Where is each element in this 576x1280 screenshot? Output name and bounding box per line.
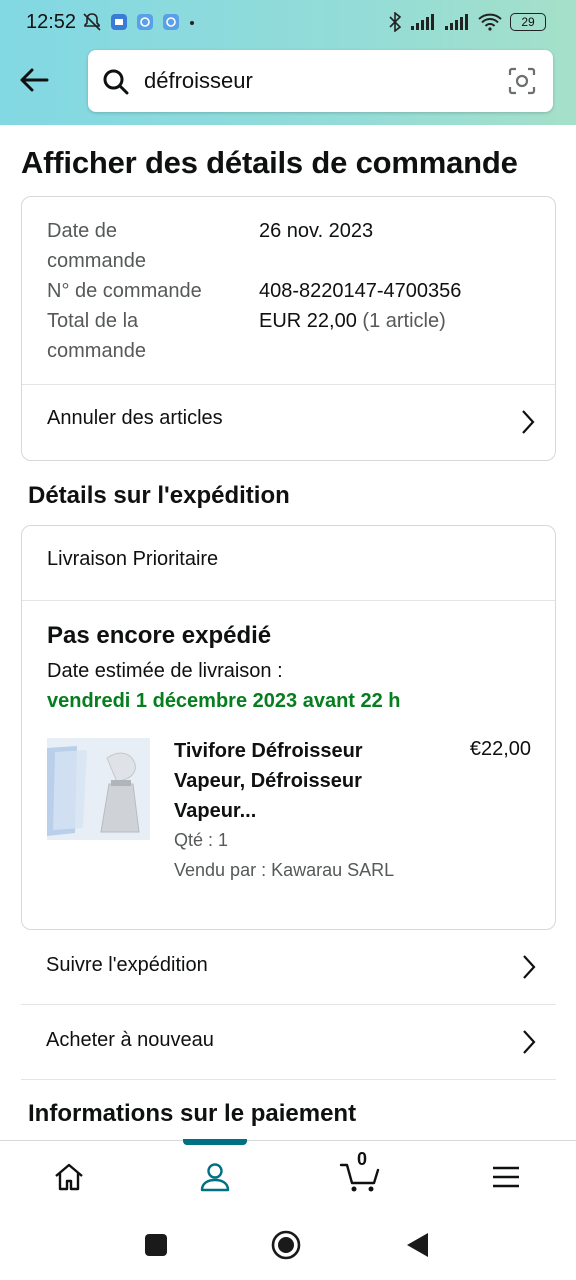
status-time: 12:52 xyxy=(26,11,77,33)
nav-cart[interactable]: 0 xyxy=(338,1149,382,1195)
dot-icon xyxy=(190,21,194,25)
chevron-right-icon xyxy=(523,1030,536,1054)
product-title-link[interactable]: Tivifore Défroisseur Vapeur, Défroisseur… xyxy=(174,736,394,826)
search-query: défroisseur xyxy=(144,68,253,93)
shipping-section-title: Détails sur l'expédition xyxy=(28,482,290,509)
recents-button[interactable] xyxy=(145,1234,167,1256)
back-button[interactable] xyxy=(14,62,54,98)
order-total-amount: EUR 22,00 xyxy=(259,310,357,332)
order-total-value: EUR 22,00 (1 article) xyxy=(259,306,446,336)
garment-steamer-image xyxy=(47,738,150,840)
order-date-label: Date de xyxy=(47,220,118,242)
order-date-label-cont: commande xyxy=(47,250,146,272)
camera-search-icon[interactable] xyxy=(507,66,537,96)
search-row: défroisseur xyxy=(0,46,576,116)
nav-home[interactable] xyxy=(49,1159,89,1195)
order-item-count: (1 article) xyxy=(362,310,446,332)
divider xyxy=(22,600,555,601)
search-input[interactable]: défroisseur xyxy=(88,50,553,112)
app-notification-icon xyxy=(137,14,153,30)
signal-icon xyxy=(411,14,434,30)
active-tab-indicator xyxy=(183,1139,247,1145)
arrow-left-icon xyxy=(20,68,49,92)
bottom-navigation: 0 xyxy=(0,1139,576,1212)
battery-icon: 29 xyxy=(510,13,546,31)
track-shipment-link[interactable]: Suivre l'expédition xyxy=(21,930,556,1005)
nav-account[interactable] xyxy=(195,1159,235,1195)
cancel-items-link[interactable]: Annuler des articles xyxy=(22,385,555,461)
track-shipment-label: Suivre l'expédition xyxy=(46,954,208,976)
order-number-label: N° de commande xyxy=(47,280,202,302)
home-icon xyxy=(55,1163,83,1191)
order-summary-card: Date de commande 26 nov. 2023 N° de comm… xyxy=(21,196,556,461)
chevron-right-icon xyxy=(522,410,535,434)
delivery-estimate-label: Date estimée de livraison : xyxy=(47,660,283,682)
nav-menu[interactable] xyxy=(486,1159,526,1195)
product-price: €22,00 xyxy=(469,738,531,760)
order-total-label: Total de la xyxy=(47,310,139,332)
delivery-estimate-date: vendredi 1 décembre 2023 avant 22 h xyxy=(47,690,401,712)
home-button[interactable] xyxy=(270,1229,302,1261)
shipping-method: Livraison Prioritaire xyxy=(47,548,219,570)
app-header: 12:52 29 défroisseur xyxy=(0,0,576,125)
product-quantity: Qté : 1 xyxy=(174,830,229,850)
hamburger-menu-icon xyxy=(493,1166,519,1188)
chevron-right-icon xyxy=(523,955,536,979)
page-title: Afficher des détails de commande xyxy=(21,145,518,180)
order-date-value: 26 nov. 2023 xyxy=(259,220,374,242)
bell-off-icon xyxy=(83,13,101,31)
cancel-items-label: Annuler des articles xyxy=(47,407,223,429)
back-triangle-button[interactable] xyxy=(404,1231,430,1259)
wifi-icon xyxy=(478,13,502,31)
system-navigation-bar xyxy=(0,1212,576,1280)
shipment-status: Pas encore expédié xyxy=(47,622,272,649)
search-icon xyxy=(103,69,129,95)
buy-again-link[interactable]: Acheter à nouveau xyxy=(21,1005,556,1080)
signal-icon xyxy=(445,14,468,30)
system-status-icons: 29 xyxy=(388,12,546,32)
order-total-label-cont: commande xyxy=(47,340,146,362)
product-image[interactable] xyxy=(47,738,150,840)
buy-again-label: Acheter à nouveau xyxy=(46,1029,214,1051)
app-notification-icon xyxy=(111,14,127,30)
user-icon xyxy=(200,1163,230,1192)
status-bar: 12:52 29 xyxy=(0,0,576,46)
payment-section-title: Informations sur le paiement xyxy=(28,1100,357,1127)
battery-level: 29 xyxy=(521,15,535,29)
app-notification-icon xyxy=(163,14,179,30)
product-seller: Vendu par : Kawarau SARL xyxy=(174,860,395,880)
notification-icons xyxy=(82,12,196,32)
order-number-value: 408-8220147-4700356 xyxy=(259,280,462,302)
shipment-card: Livraison Prioritaire Pas encore expédié… xyxy=(21,525,556,930)
bluetooth-icon xyxy=(389,12,402,32)
cart-count: 0 xyxy=(357,1149,368,1169)
